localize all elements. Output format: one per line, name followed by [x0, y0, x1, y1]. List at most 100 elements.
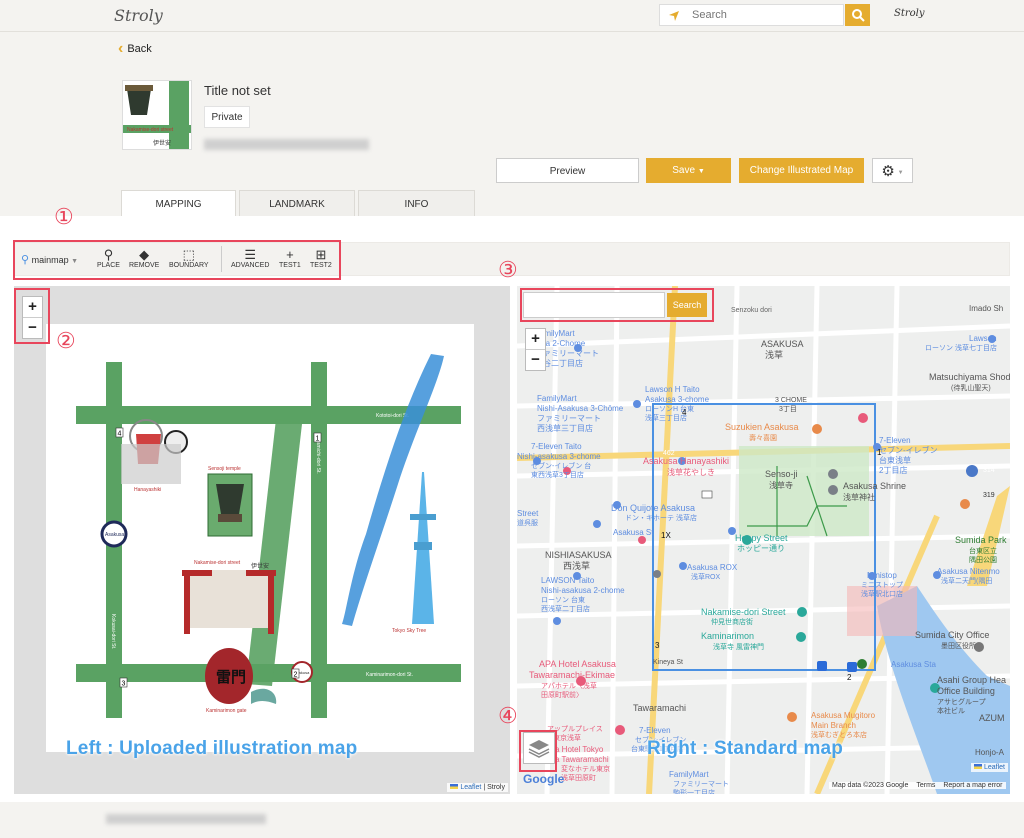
map-label-mugitoro-1[interactable]: Asakusa Mugitoro [811, 711, 875, 720]
map-label-apa-4[interactable]: 田原町駅前〉 [541, 691, 583, 700]
map-label-hoppy-2[interactable]: ホッピー通り [737, 544, 785, 553]
map-label-ministop-1[interactable]: Ministop [867, 571, 897, 580]
map-label-apa-2[interactable]: Tawaramachi-Ekimae [529, 671, 615, 680]
map-title[interactable]: Title not set [204, 83, 271, 98]
map-label-hotel-4[interactable]: 浅草田原町 [561, 774, 596, 783]
map-label-senzoku[interactable]: Senzoku dori [731, 306, 772, 315]
map-label-1x[interactable]: 1X [661, 531, 671, 540]
map-label-street-1[interactable]: Street [517, 509, 538, 518]
map-label-lawson-h-2[interactable]: Asakusa 3-chome [645, 395, 709, 404]
map-label-asahi-4[interactable]: 本社ビル [937, 707, 965, 716]
stroly-logo[interactable]: Stroly [114, 6, 163, 25]
change-illustrated-map-button[interactable]: Change Illustrated Map [739, 158, 864, 183]
map-label-apple-2[interactable]: 東京浅草 [553, 734, 581, 743]
map-label-seven-r-2[interactable]: セブン-イレブン [879, 446, 938, 455]
map-label-matsu-2[interactable]: (待乳山聖天) [951, 384, 991, 393]
right-leaflet-link[interactable]: Leaflet [984, 764, 1005, 771]
map-label-lawson-t-1[interactable]: LAWSON Taito [541, 576, 594, 585]
user-avatar-logo[interactable]: Stroly [894, 8, 925, 19]
map-label-shrine-1[interactable]: Asakusa Shrine [843, 482, 906, 491]
map-label-rox-1[interactable]: Asakusa ROX [687, 563, 737, 572]
map-label-nishiasakusa-ja[interactable]: 西浅草 [563, 562, 590, 571]
map-label-nakamise-1[interactable]: Nakamise-dori Street [701, 608, 786, 617]
map-label-fm-nishi-1[interactable]: FamilyMart [537, 394, 577, 403]
map-label-marker-1[interactable]: 1 [877, 448, 881, 457]
map-label-lawson-r-2[interactable]: ローソン 浅草七丁目店 [925, 344, 997, 353]
map-label-sumida-park-2[interactable]: 台東区立 [969, 547, 997, 556]
map-label-asakusa-sta[interactable]: Asakusa Sta [891, 660, 936, 669]
map-label-hoppy-1[interactable]: Hoppy Street [735, 534, 788, 543]
visibility-button[interactable]: Private [204, 106, 250, 128]
illustration-map-pane[interactable]: Kototoi-dori St. Kaminarimon-dori St. Ko… [14, 286, 510, 794]
map-label-seven-taito-3[interactable]: セブン-イレブン 台 [531, 462, 591, 471]
marker-2[interactable]: 2 [294, 672, 298, 679]
map-label-r462[interactable]: 462 [663, 449, 675, 458]
map-label-asakusa-en[interactable]: ASAKUSA [761, 340, 804, 349]
map-label-suzukien-2[interactable]: 壽々喜園 [749, 434, 777, 443]
map-label-nakamise-2[interactable]: 仲見世商店街 [711, 618, 753, 627]
map-label-lawson-h-3[interactable]: ローソンH 台東 [645, 405, 694, 414]
map-label-asahi-3[interactable]: アサヒグループ [937, 698, 986, 707]
map-label-mugitoro-2[interactable]: Main Branch [811, 721, 856, 730]
map-label-fm-nishi-4[interactable]: 西浅草三丁目店 [537, 424, 593, 433]
map-label-asakusa-st[interactable]: Asakusa St [613, 528, 653, 537]
tab-mapping[interactable]: MAPPING [121, 190, 236, 217]
map-label-hotel-3[interactable]: 変なホテル東京 [561, 765, 610, 774]
map-label-marker-3[interactable]: 3 [655, 641, 659, 650]
terms-link[interactable]: Terms [916, 782, 935, 789]
settings-dropdown-button[interactable]: ⚙ ▼ [872, 158, 913, 183]
map-label-tawaramachi[interactable]: Tawaramachi [633, 704, 686, 713]
map-label-donki-1[interactable]: Don Quijote Asakusa [611, 504, 695, 513]
map-label-street-2[interactable]: 道呉服 [517, 519, 538, 528]
map-label-matsu-1[interactable]: Matsuchiyama Shoden [929, 373, 1010, 382]
map-label-3chome[interactable]: 3 CHOME [775, 396, 807, 405]
global-search-button[interactable] [845, 4, 870, 26]
map-label-fm-nishi-3[interactable]: ファミリーマート [537, 414, 601, 423]
preview-button[interactable]: Preview [496, 158, 639, 183]
map-label-seven-r-1[interactable]: 7-Eleven [879, 436, 911, 445]
map-label-sumida-park-1[interactable]: Sumida Park [955, 536, 1007, 545]
map-label-seven-r-3[interactable]: 台東浅草 [879, 456, 911, 465]
map-label-fm-b-2[interactable]: ファミリーマート [673, 780, 729, 789]
map-label-asakusa-ja[interactable]: 浅草 [765, 351, 783, 360]
map-label-asahi-2[interactable]: Office Building [937, 687, 995, 696]
marker-4[interactable]: 4 [118, 431, 122, 438]
back-link[interactable]: ‹ Back [118, 40, 152, 58]
map-label-lawson-h-1[interactable]: Lawson H Taito [645, 385, 700, 394]
report-map-error-link[interactable]: Report a map error [943, 782, 1002, 789]
map-label-lawson-r-1[interactable]: Lawson [969, 334, 997, 343]
map-label-seven-taito-2[interactable]: Nishi-asakusa 3-chome [517, 452, 601, 461]
save-button[interactable]: Save ▼ [646, 158, 731, 183]
map-label-fm-b-3[interactable]: 駒形一丁目店 [673, 789, 715, 794]
tab-info[interactable]: INFO [358, 190, 475, 217]
map-label-lawson-t-3[interactable]: ローソン 台東 [541, 596, 585, 605]
map-label-r314[interactable]: 314 [983, 466, 995, 475]
marker-3[interactable]: 3 [122, 681, 126, 688]
map-label-shrine-2[interactable]: 浅草神社 [843, 493, 875, 502]
map-label-hotel-2[interactable]: a Tawaramachi [555, 755, 609, 764]
right-zoom-out-button[interactable]: − [526, 349, 545, 370]
map-label-asakusa-nite-2[interactable]: 浅草二天門(隅田 [941, 577, 992, 586]
map-label-ministop-2[interactable]: ミニストップ [861, 581, 903, 590]
map-label-honjo[interactable]: Honjo-A [975, 748, 1004, 757]
map-label-apa-3[interactable]: アパホテル〈浅草 [541, 682, 597, 691]
map-label-asahi-1[interactable]: Asahi Group Hea [937, 676, 1006, 685]
map-label-sumida-park-3[interactable]: 隅田公園 [969, 556, 997, 565]
map-label-sumida-office-1[interactable]: Sumida City Office [915, 631, 989, 640]
map-label-hanayashiki-1[interactable]: Asakusa Hanayashiki [643, 457, 729, 466]
map-label-lawson-t-4[interactable]: 西浅草二丁目店 [541, 605, 590, 614]
map-label-donki-2[interactable]: ドン・キホーテ 浅草店 [625, 514, 697, 523]
map-label-kinaya[interactable]: Kineya St [653, 658, 683, 667]
map-label-fm-b-1[interactable]: FamilyMart [669, 770, 709, 779]
standard-map-pane[interactable]: FamilyMart Iriya 2-Chome ファミリーマート 入谷二丁目店 Fam… [517, 286, 1010, 794]
map-label-asakusa-nite-1[interactable]: Asakusa Nitenmo [937, 567, 1000, 576]
map-label-apa-1[interactable]: APA Hotel Asakusa [539, 660, 616, 669]
map-label-seven-taito-4[interactable]: 東西浅草3丁目店 [531, 471, 584, 480]
map-label-r319[interactable]: 319 [983, 491, 995, 500]
map-label-hanayashiki-2[interactable]: 浅草花やしき [667, 468, 715, 477]
map-label-kaminarimon-1[interactable]: Kaminarimon [701, 632, 754, 641]
map-label-marker-2[interactable]: 2 [847, 673, 851, 682]
marker-1[interactable]: 1 [316, 436, 320, 443]
map-label-seven-r-4[interactable]: 2丁目店 [879, 466, 907, 475]
map-label-azum[interactable]: AZUM [979, 714, 1005, 723]
